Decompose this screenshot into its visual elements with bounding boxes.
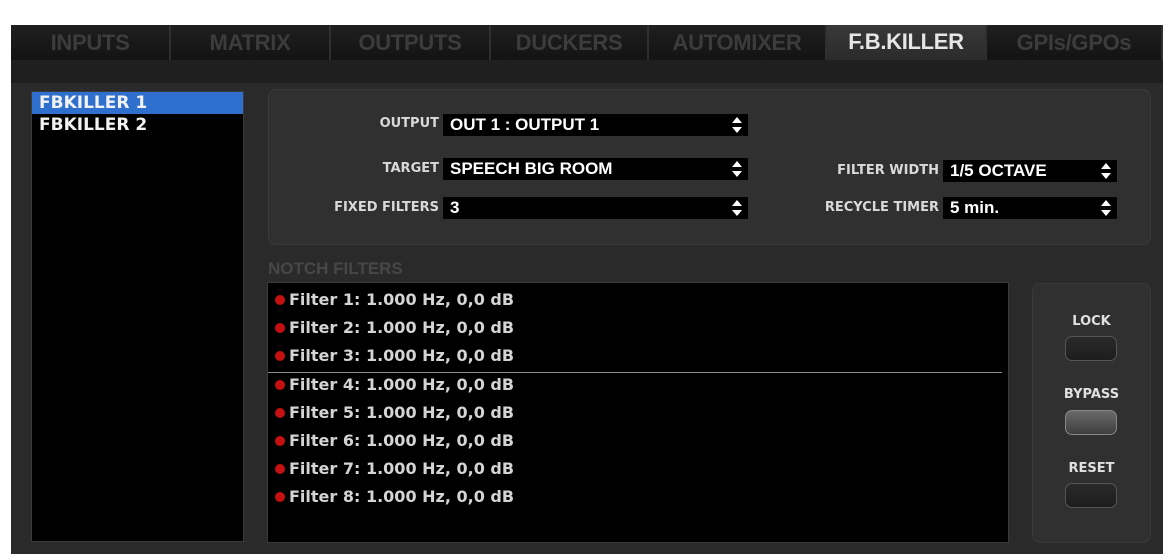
status-dot-icon <box>275 295 285 305</box>
tab-bar: INPUTS MATRIX OUTPUTS DUCKERS AUTOMIXER … <box>11 25 1163 60</box>
target-label: TARGET <box>382 161 439 176</box>
tab-duckers[interactable]: DUCKERS <box>491 25 649 60</box>
filter-label: Filter 4: 1.000 Hz, 0,0 dB <box>289 375 515 394</box>
target-select[interactable]: SPEECH BIG ROOM <box>443 158 748 180</box>
filter-width-value: 1/5 OCTAVE <box>950 161 1047 180</box>
fixed-filters-label: FIXED FILTERS <box>334 200 439 215</box>
bypass-label: BYPASS <box>1063 387 1120 402</box>
notch-filters-list: Filter 1: 1.000 Hz, 0,0 dB Filter 2: 1.0… <box>267 282 1009 543</box>
list-item-fbkiller-2[interactable]: FBKILLER 2 <box>32 114 243 136</box>
filter-label: Filter 8: 1.000 Hz, 0,0 dB <box>289 487 515 506</box>
reset-button[interactable] <box>1065 483 1117 508</box>
up-down-arrows-icon <box>732 161 742 177</box>
up-down-arrows-icon <box>732 200 742 216</box>
settings-panel: OUTPUT OUT 1 : OUTPUT 1 TARGET SPEECH BI… <box>268 89 1151 245</box>
filter-label: Filter 1: 1.000 Hz, 0,0 dB <box>289 290 515 309</box>
recycle-timer-select[interactable]: 5 min. <box>943 197 1117 219</box>
filter-label: Filter 2: 1.000 Hz, 0,0 dB <box>289 318 515 337</box>
tab-fbkiller[interactable]: F.B.KILLER <box>827 25 987 60</box>
filter-width-select[interactable]: 1/5 OCTAVE <box>943 160 1117 182</box>
filter-label: Filter 7: 1.000 Hz, 0,0 dB <box>289 459 515 478</box>
fixed-filters-select[interactable]: 3 <box>443 197 748 219</box>
filter-row: Filter 4: 1.000 Hz, 0,0 dB <box>275 371 514 399</box>
lock-button[interactable] <box>1065 336 1117 361</box>
output-select[interactable]: OUT 1 : OUTPUT 1 <box>443 114 748 136</box>
status-dot-icon <box>275 380 285 390</box>
fixed-filters-value: 3 <box>450 198 460 217</box>
tab-matrix[interactable]: MATRIX <box>171 25 331 60</box>
filter-width-label: FILTER WIDTH <box>837 163 939 178</box>
status-dot-icon <box>275 436 285 446</box>
notch-filters-title: NOTCH FILTERS <box>268 259 403 278</box>
recycle-timer-value: 5 min. <box>950 198 1000 217</box>
output-label: OUTPUT <box>379 116 439 131</box>
up-down-arrows-icon <box>1101 163 1111 179</box>
filter-label: Filter 3: 1.000 Hz, 0,0 dB <box>289 346 515 365</box>
status-dot-icon <box>275 351 285 361</box>
action-buttons-panel: LOCK BYPASS RESET <box>1032 283 1151 543</box>
tab-gpis-gpos[interactable]: GPIs/GPOs <box>987 25 1163 60</box>
bypass-button[interactable] <box>1065 410 1117 435</box>
target-value: SPEECH BIG ROOM <box>450 159 613 178</box>
tab-inputs[interactable]: INPUTS <box>11 25 171 60</box>
status-dot-icon <box>275 323 285 333</box>
filter-row: Filter 6: 1.000 Hz, 0,0 dB <box>275 427 514 455</box>
tab-content-strip <box>11 60 1163 83</box>
filter-label: Filter 6: 1.000 Hz, 0,0 dB <box>289 431 515 450</box>
tab-outputs[interactable]: OUTPUTS <box>331 25 491 60</box>
filter-row: Filter 1: 1.000 Hz, 0,0 dB <box>275 286 514 314</box>
filter-row: Filter 5: 1.000 Hz, 0,0 dB <box>275 399 514 427</box>
filter-row: Filter 7: 1.000 Hz, 0,0 dB <box>275 455 514 483</box>
filter-row: Filter 8: 1.000 Hz, 0,0 dB <box>275 483 514 511</box>
recycle-timer-label: RECYCLE TIMER <box>824 200 939 215</box>
output-value: OUT 1 : OUTPUT 1 <box>450 115 600 134</box>
status-dot-icon <box>275 408 285 418</box>
filter-row: Filter 2: 1.000 Hz, 0,0 dB <box>275 314 514 342</box>
tab-automixer[interactable]: AUTOMIXER <box>649 25 827 60</box>
filter-label: Filter 5: 1.000 Hz, 0,0 dB <box>289 403 515 422</box>
list-item-fbkiller-1[interactable]: FBKILLER 1 <box>32 92 243 114</box>
filter-row: Filter 3: 1.000 Hz, 0,0 dB <box>275 342 514 370</box>
fbkiller-window: INPUTS MATRIX OUTPUTS DUCKERS AUTOMIXER … <box>11 25 1163 554</box>
fbkiller-list[interactable]: FBKILLER 1 FBKILLER 2 <box>31 91 244 542</box>
status-dot-icon <box>275 464 285 474</box>
reset-label: RESET <box>1068 461 1115 476</box>
up-down-arrows-icon <box>1101 200 1111 216</box>
status-dot-icon <box>275 492 285 502</box>
lock-label: LOCK <box>1072 314 1111 329</box>
up-down-arrows-icon <box>732 117 742 133</box>
